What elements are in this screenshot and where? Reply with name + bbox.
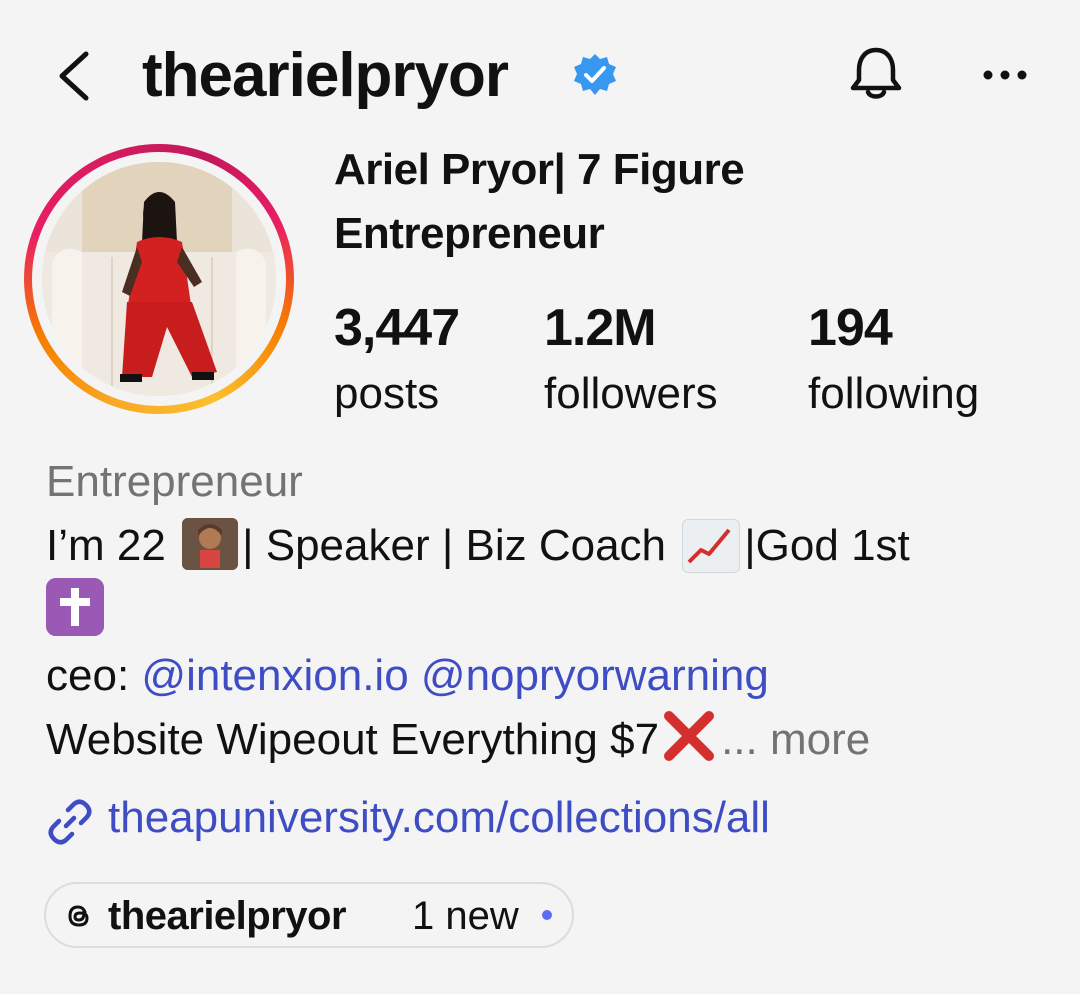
bio-text: Website Wipeout Everything $7 xyxy=(46,715,660,764)
following-label[interactable]: following xyxy=(808,366,979,422)
verified-badge-icon xyxy=(572,52,618,98)
threads-new-count: 1 new xyxy=(412,894,519,938)
bio-text: | Speaker | Biz Coach xyxy=(242,521,667,570)
back-button[interactable] xyxy=(50,46,100,106)
mention-link-intenxion[interactable]: @intenxion.io xyxy=(141,651,408,700)
display-name: Ariel Pryor| 7 Figure Entrepreneur xyxy=(334,145,745,258)
cross-mark-emoji-icon xyxy=(661,710,717,762)
mention-link-nopryorwarning[interactable]: @nopryorwarning xyxy=(421,651,769,700)
teacher-emoji-icon xyxy=(182,518,239,570)
bio-line-3: ceo: @intenxion.io @nopryorwarning xyxy=(46,644,769,708)
posts-label[interactable]: posts xyxy=(334,366,439,422)
bio-text: ceo: xyxy=(46,651,130,700)
chevron-left-icon xyxy=(59,51,89,101)
bell-icon xyxy=(850,47,902,99)
latin-cross-emoji-icon xyxy=(46,578,104,636)
profile-avatar[interactable] xyxy=(42,162,276,396)
profile-website-link[interactable]: theapuniversity.com/collections/all xyxy=(108,786,770,850)
followers-label[interactable]: followers xyxy=(544,366,718,422)
threads-username: thearielpryor xyxy=(108,894,347,938)
more-button[interactable]: ... more xyxy=(721,715,870,764)
threads-icon xyxy=(64,901,94,931)
profile-username: thearielpryor xyxy=(142,41,509,110)
bio-text: I’m 22 xyxy=(46,521,166,570)
following-count[interactable]: 194 xyxy=(808,298,893,358)
posts-count[interactable]: 3,447 xyxy=(334,298,460,358)
link-icon xyxy=(44,796,96,848)
profile-category: Entrepreneur xyxy=(46,457,303,506)
chart-increasing-emoji-icon xyxy=(682,519,741,573)
bio-line-1: I’m 22 | Speaker | Biz Coach |God 1st xyxy=(46,514,910,578)
followers-count[interactable]: 1.2M xyxy=(544,298,657,358)
avatar-photo xyxy=(42,162,276,396)
more-horizontal-icon xyxy=(983,70,1027,80)
bio-text: |God 1st xyxy=(744,521,910,570)
bio-line-2 xyxy=(46,578,104,644)
notifications-button[interactable] xyxy=(844,42,908,106)
bio-line-4: Website Wipeout Everything $7 ... more xyxy=(46,708,870,772)
more-options-button[interactable] xyxy=(980,55,1030,95)
new-indicator-dot xyxy=(542,910,552,920)
